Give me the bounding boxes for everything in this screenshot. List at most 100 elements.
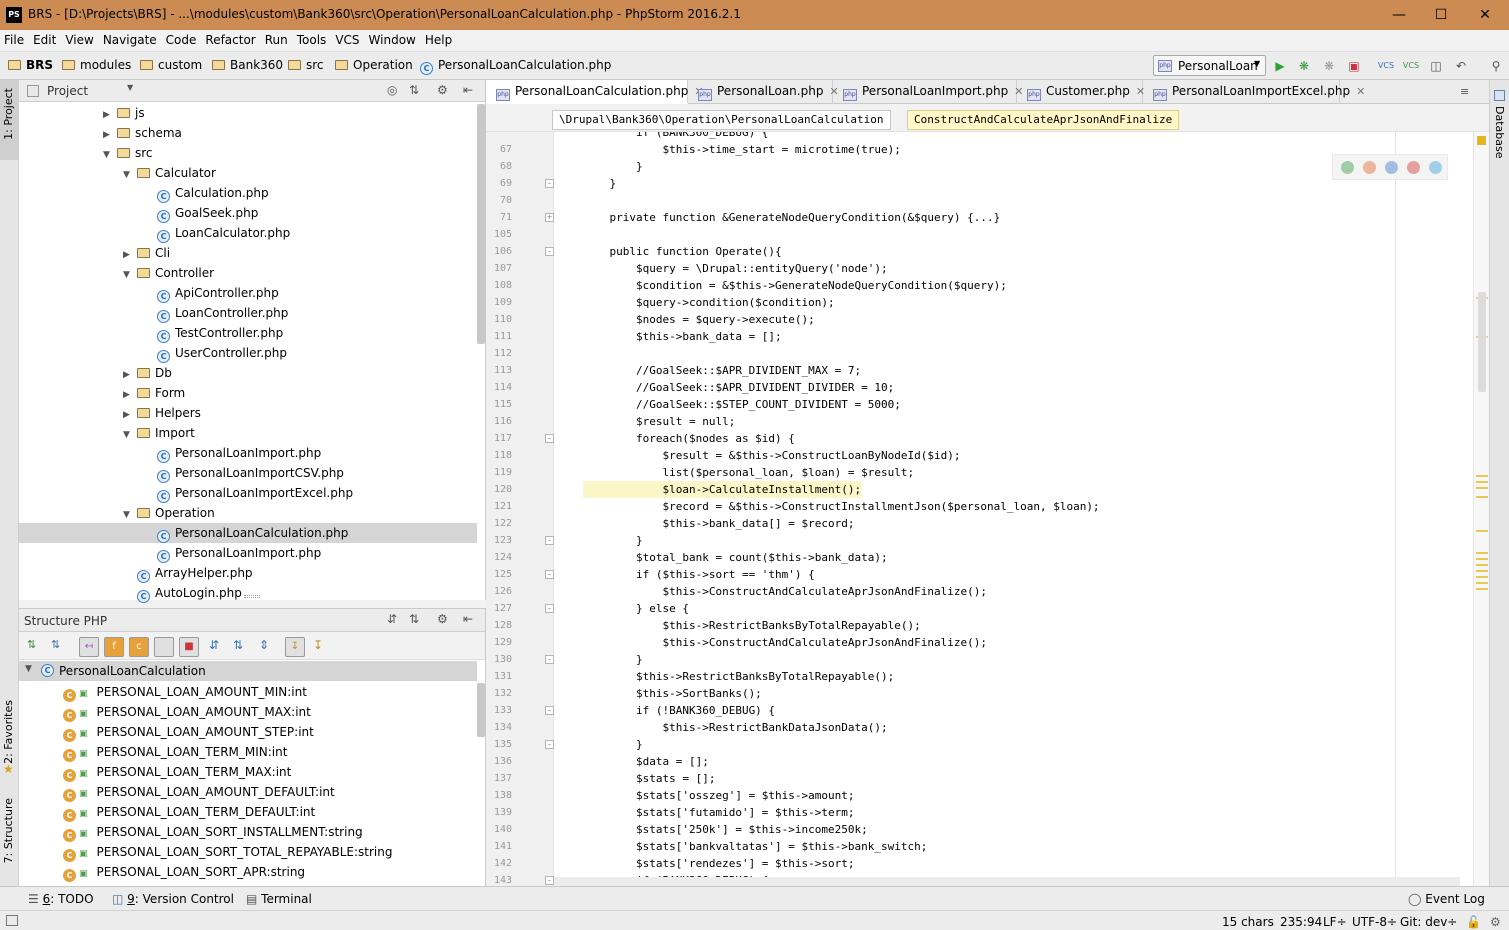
hide-panel-icon[interactable]: ⇤ <box>463 612 473 626</box>
code-line[interactable]: $this->RestrictBanksByTotalRepayable(); <box>583 668 894 685</box>
stripe-mark[interactable] <box>1476 530 1488 532</box>
opera-icon[interactable] <box>1407 161 1420 174</box>
stripe-mark[interactable] <box>1476 582 1488 584</box>
code-line[interactable]: $stats['bankvaltatas'] = $this->bank_swi… <box>583 838 927 855</box>
maximize-button[interactable]: ☐ <box>1426 4 1456 26</box>
tab-personalloan[interactable]: php PersonalLoan.php ✕ <box>688 80 839 104</box>
code-line[interactable]: $condition = &$this->GenerateNodeQueryCo… <box>583 277 1007 294</box>
ie-icon[interactable] <box>1429 161 1442 174</box>
breadcrumb-file[interactable]: C PersonalLoanCalculation.php <box>420 58 611 75</box>
inspector-icon[interactable]: ⚙ <box>1490 915 1501 929</box>
tree-file-item[interactable]: C PersonalLoanImport.php <box>143 443 321 463</box>
project-scrollbar[interactable] <box>477 104 485 344</box>
structure-constant-item[interactable]: C ▣ PERSONAL_LOAN_SORT_TOTAL_REPAYABLE:str… <box>63 842 392 862</box>
code-line[interactable]: } <box>583 736 643 753</box>
breadcrumb-project[interactable]: BRS <box>8 58 53 72</box>
scroll-from-source-icon[interactable]: ◎ <box>387 83 397 97</box>
autoscroll-from-source-icon[interactable]: ↧ <box>313 638 323 652</box>
tree-folder-cli[interactable]: ▶ Cli <box>123 243 170 263</box>
tree-file-item[interactable]: C PersonalLoanCalculation.php <box>143 523 348 543</box>
code-editor[interactable]: 67 68 69 – 70 71 +105 106 – 107 108 109 110 111 112 113… <box>486 132 1473 886</box>
tree-folder-operation[interactable]: ▼ Operation <box>123 503 215 523</box>
fold-marker-icon[interactable]: – <box>545 570 554 579</box>
expanded-arrow-icon[interactable]: ▼ <box>123 425 137 445</box>
structure-constant-item[interactable]: C ▣ PERSONAL_LOAN_AMOUNT_MAX:int <box>63 702 311 722</box>
chrome-icon[interactable] <box>1341 161 1354 174</box>
structure-constant-item[interactable]: C ▣ PERSONAL_LOAN_TERM_DEFAULT:int <box>63 802 315 822</box>
structure-constant-item[interactable]: C ▣ PERSONAL_LOAN_AMOUNT_DEFAULT:int <box>63 782 335 802</box>
caret-position[interactable]: 235:94 <box>1280 915 1322 929</box>
gear-icon[interactable]: ⚙ <box>437 612 448 626</box>
menu-run[interactable]: Run <box>261 30 293 47</box>
breadcrumb-bank360[interactable]: Bank360 <box>212 58 283 72</box>
tree-file-item[interactable]: C ArrayHelper.php <box>123 563 253 583</box>
tab-personalloanimport[interactable]: php PersonalLoanImport.php ✕ <box>833 80 1024 104</box>
collapsed-arrow-icon[interactable]: ▶ <box>123 405 137 425</box>
code-line[interactable]: if ($this->sort == 'thm') { <box>583 566 815 583</box>
code-line[interactable]: } <box>583 651 643 668</box>
structure-constant-item[interactable]: C ▣ PERSONAL_LOAN_TERM_MAX:int <box>63 762 291 782</box>
lock-icon[interactable]: 🔓 <box>1466 915 1481 929</box>
code-line[interactable]: $this->ConstructAndCalculateAprJsonAndFi… <box>583 634 987 651</box>
menu-file[interactable]: File <box>0 30 29 47</box>
structure-root-row[interactable]: ▼ C PersonalLoanCalculation <box>19 661 477 681</box>
tree-file-item[interactable]: C PersonalLoanImportExcel.php <box>143 483 353 503</box>
code-line[interactable]: list($personal_loan, $loan) = $result; <box>583 464 914 481</box>
code-line[interactable]: foreach($nodes as $id) { <box>583 430 795 447</box>
sort-visibility-icon[interactable]: ⇅ <box>27 638 36 651</box>
git-branch[interactable]: Git: dev÷ <box>1400 915 1457 929</box>
collapsed-arrow-icon[interactable]: ▶ <box>123 385 137 405</box>
tree-file-item[interactable]: C UserController.php <box>143 343 287 363</box>
file-encoding[interactable]: UTF-8÷ <box>1352 915 1397 929</box>
minimize-button[interactable]: — <box>1384 4 1414 26</box>
firefox-icon[interactable] <box>1363 161 1376 174</box>
code-line[interactable]: //GoalSeek::$STEP_COUNT_DIVIDENT = 5000; <box>583 396 901 413</box>
menu-vcs[interactable]: VCS <box>331 30 364 47</box>
vcs-commit-icon[interactable]: VCS <box>1402 57 1420 75</box>
run-icon[interactable]: ▶ <box>1271 57 1289 75</box>
code-line[interactable]: $stats['rendezes'] = $this->sort; <box>583 855 855 872</box>
code-line[interactable]: $this->RestrictBanksByTotalRepayable(); <box>583 617 920 634</box>
tree-folder-form[interactable]: ▶ Form <box>123 383 185 403</box>
version-control-tool-button[interactable]: ◫ 9: Version Control <box>112 892 234 906</box>
close-window-button[interactable]: ✕ <box>1470 4 1500 26</box>
menu-help[interactable]: Help <box>421 30 457 47</box>
tree-file-item[interactable]: C LoanCalculator.php <box>143 223 290 243</box>
menu-refactor[interactable]: Refactor <box>201 30 260 47</box>
sort-alpha-icon[interactable]: ⇅ <box>51 638 60 651</box>
menu-edit[interactable]: Edit <box>29 30 61 47</box>
menu-view[interactable]: View <box>61 30 98 47</box>
code-line[interactable]: } <box>583 175 616 192</box>
menu-tools[interactable]: Tools <box>293 30 332 47</box>
stripe-mark[interactable] <box>1476 552 1488 554</box>
code-line[interactable]: $this->bank_data[] = $record; <box>583 515 854 532</box>
tree-folder-src[interactable]: ▼ src <box>103 143 153 163</box>
stripe-mark[interactable] <box>1476 576 1488 578</box>
run-config-select[interactable]: php PersonalLoan ▼ <box>1153 55 1266 76</box>
tree-file-item[interactable]: C TestController.php <box>143 323 283 343</box>
database-tool-label[interactable]: Database <box>1493 106 1506 159</box>
tree-folder-helpers[interactable]: ▶ Helpers <box>123 403 201 423</box>
tab-personalloanimportexcel[interactable]: php PersonalLoanImportExcel.php ✕ <box>1143 80 1365 104</box>
expand-all-icon[interactable]: ⇵ <box>387 612 397 626</box>
stop-icon[interactable]: ▣ <box>1345 57 1363 75</box>
stripe-mark[interactable] <box>1476 564 1488 566</box>
warning-status-icon[interactable] <box>1477 136 1486 145</box>
expanded-arrow-icon[interactable]: ▼ <box>123 165 137 185</box>
stripe-mark[interactable] <box>1476 487 1488 489</box>
code-line[interactable]: $query = \Drupal::entityQuery('node'); <box>583 260 888 277</box>
breadcrumb-custom[interactable]: custom <box>140 58 202 72</box>
todo-tool-button[interactable]: ☰ 6: TODO <box>28 892 94 906</box>
structure-constant-item[interactable]: C ▣ PERSONAL_LOAN_SORT_INSTALLMENT:string <box>63 822 363 842</box>
code-line[interactable]: } <box>583 158 643 175</box>
favorites-tool-label[interactable]: 2: Favorites <box>2 700 15 764</box>
code-line[interactable]: $stats['250k'] = $this->income250k; <box>583 821 868 838</box>
tree-file-item[interactable]: C AutoLogin.php <box>123 583 242 603</box>
collapsed-arrow-icon[interactable]: ▶ <box>103 125 117 145</box>
code-line[interactable]: $this->RestrictBankDataJsonData(); <box>583 719 887 736</box>
project-tool-label[interactable]: 1: Project <box>2 88 15 140</box>
code-line[interactable]: } <box>583 532 643 549</box>
safari-icon[interactable] <box>1385 161 1398 174</box>
coverage-icon[interactable]: ❋ <box>1320 57 1338 75</box>
code-line[interactable]: $stats['osszeg'] = $this->amount; <box>583 787 855 804</box>
